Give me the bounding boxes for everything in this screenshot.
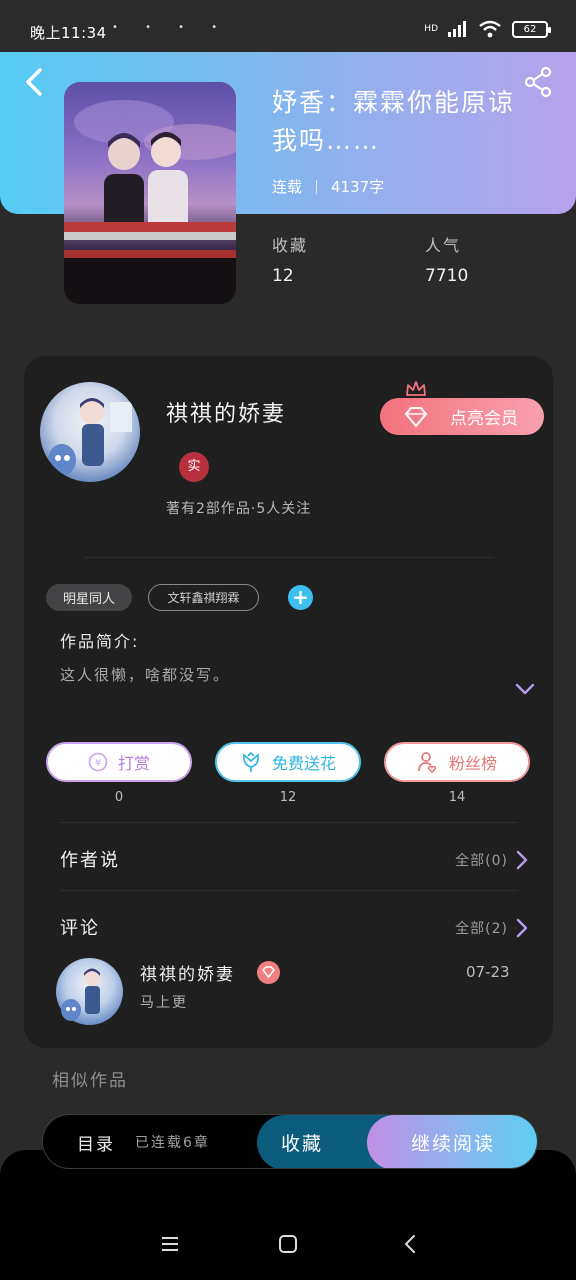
popularity-stat: 人气 7710: [425, 232, 468, 286]
comment-avatar-image: [61, 968, 100, 1021]
bottom-action-bar: 目录 已连载6章 收藏 继续阅读: [42, 1114, 538, 1169]
menu-icon[interactable]: [160, 1234, 180, 1254]
author-divider: [84, 557, 494, 558]
back-icon[interactable]: [20, 66, 48, 98]
diamond-icon: [405, 407, 427, 427]
flower-icon: [243, 751, 259, 772]
share-icon[interactable]: [522, 66, 554, 98]
coin-icon: ¥: [88, 752, 108, 772]
add-tag-button[interactable]: +: [288, 585, 313, 610]
author-avatar[interactable]: [40, 382, 140, 482]
chapter-count: 已连载6章: [135, 1135, 210, 1151]
vip-gem-icon: [257, 961, 280, 984]
reward-count: 0: [114, 790, 124, 805]
continue-reading-button[interactable]: 继续阅读: [367, 1115, 537, 1168]
author-says-label[interactable]: 作者说: [60, 846, 120, 872]
comment-text: 马上更: [140, 995, 188, 1011]
comments-more[interactable]: 全部(2): [455, 918, 508, 938]
reward-label: 打赏: [117, 754, 150, 773]
status-bar: 晚上11:34 • • • • HD 62: [0, 0, 576, 52]
send-flower-button[interactable]: 免费送花: [215, 742, 361, 782]
cover-image: [64, 100, 236, 304]
favorites-value: 12: [272, 266, 294, 286]
chevron-right-icon[interactable]: [515, 850, 529, 870]
reward-button[interactable]: ¥ 打赏: [46, 742, 192, 782]
home-icon[interactable]: [278, 1234, 298, 1254]
author-avatar-image: [48, 398, 132, 476]
popularity-label: 人气: [425, 236, 462, 255]
send-flower-label: 免费送花: [271, 754, 336, 773]
favorites-stat: 收藏 12: [272, 232, 308, 286]
author-name[interactable]: 祺祺的娇妻: [166, 396, 286, 428]
fans-ranking-label: 粉丝榜: [448, 754, 497, 773]
comment-date: 07-23: [466, 963, 510, 981]
battery-indicator: 62: [512, 20, 551, 38]
author-stats: 著有2部作品·5人关注: [166, 501, 312, 517]
toc-button[interactable]: 目录: [77, 1130, 115, 1155]
svg-text:¥: ¥: [95, 758, 101, 769]
comment-avatar[interactable]: [56, 958, 123, 1025]
fans-ranking-button[interactable]: 粉丝榜: [384, 742, 530, 782]
continue-reading-label: 继续阅读: [410, 1133, 495, 1155]
actions-divider: [60, 822, 518, 823]
crown-icon: [406, 381, 426, 396]
fans-count: 14: [448, 790, 466, 805]
vip-button-label: 点亮会员: [450, 409, 518, 429]
chevron-down-icon[interactable]: [514, 682, 536, 696]
popularity-value: 7710: [425, 266, 469, 286]
book-status: 连载: [272, 178, 303, 196]
chevron-right-icon[interactable]: [515, 918, 529, 938]
intro-text: 这人很懒，啥都没写。: [60, 666, 231, 684]
comments-label[interactable]: 评论: [60, 914, 100, 940]
flower-count: 12: [279, 790, 297, 805]
book-meta: 连载 4137字: [272, 176, 384, 197]
wifi-icon: [479, 20, 501, 38]
verified-badge: 实: [179, 452, 209, 482]
intro-label: 作品简介:: [60, 632, 140, 651]
author-says-more[interactable]: 全部(0): [455, 850, 508, 870]
favorites-label: 收藏: [272, 236, 309, 255]
book-title: 妤香：霖霖你能原谅我吗……: [272, 88, 516, 155]
word-count: 4137字: [331, 178, 385, 196]
tag-keyword[interactable]: 文轩鑫祺翔霖: [148, 584, 259, 611]
book-cover[interactable]: [64, 82, 236, 304]
collect-button-label: 收藏: [281, 1133, 324, 1155]
system-back-icon[interactable]: [400, 1234, 420, 1254]
system-nav-bar: [0, 1220, 576, 1270]
user-heart-icon: [418, 752, 437, 773]
signal-icon: [448, 21, 466, 37]
author-says-divider: [60, 890, 518, 891]
status-time: 晚上11:34: [30, 24, 107, 42]
tag-category[interactable]: 明星同人: [46, 584, 132, 611]
network-label: HD: [424, 24, 438, 34]
status-icons: HD 62: [424, 20, 551, 38]
meta-divider: [316, 179, 318, 194]
comment-username[interactable]: 祺祺的娇妻: [140, 960, 235, 985]
notification-dots: • • • •: [112, 22, 230, 33]
vip-button[interactable]: 点亮会员: [380, 398, 544, 435]
similar-works-label: 相似作品: [52, 1071, 128, 1091]
